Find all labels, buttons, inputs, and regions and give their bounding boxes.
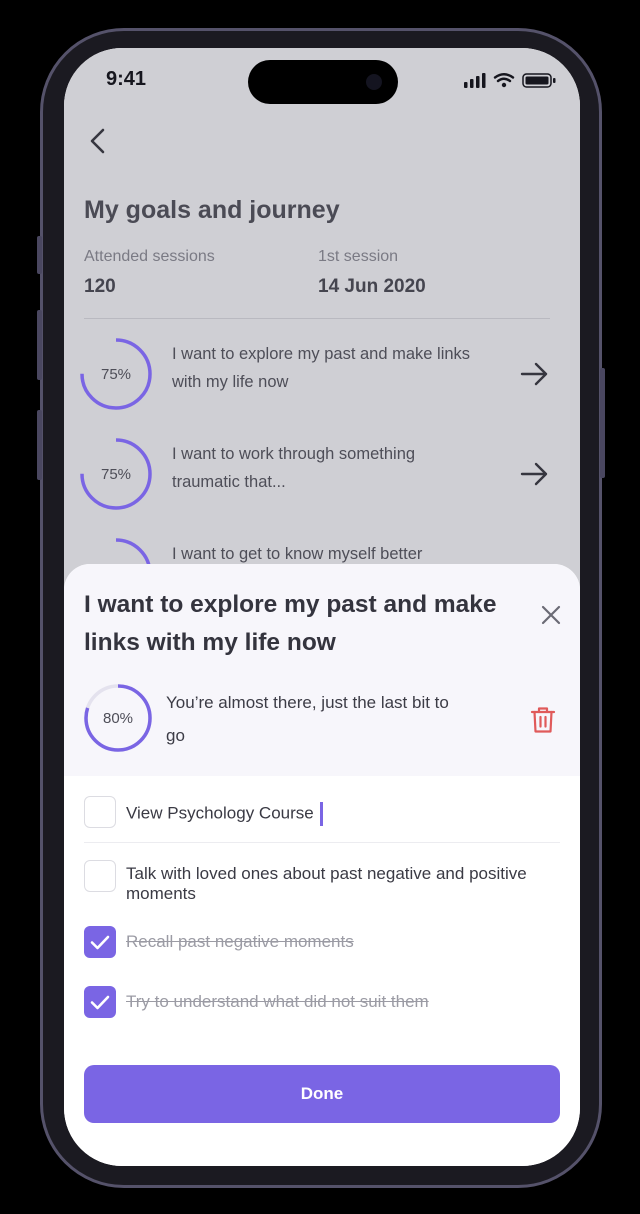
attended-sessions-label: Attended sessions <box>84 248 215 265</box>
battery-icon <box>522 73 556 88</box>
check-icon <box>90 935 110 950</box>
background-page <box>64 48 580 608</box>
task-checkbox[interactable] <box>84 796 116 828</box>
progress-message: You’re almost there, just the last bit t… <box>166 693 449 745</box>
close-icon[interactable] <box>540 604 562 626</box>
task-input[interactable]: View Psychology Course <box>126 802 546 826</box>
task-text: View Psychology Course <box>126 803 314 823</box>
progress-percent: 75% <box>100 465 132 483</box>
goal-item[interactable]: 75% I want to explore my past and make l… <box>80 338 560 418</box>
task-text: Recall past negative moments <box>126 932 354 951</box>
sheet-title: I want to explore my past and make links… <box>84 591 497 656</box>
check-icon <box>90 995 110 1010</box>
task-checkbox-checked[interactable] <box>84 986 116 1018</box>
wifi-dot <box>501 82 507 88</box>
wifi-icon <box>493 73 515 83</box>
progress-ring: 80% <box>84 684 152 752</box>
status-time: 9:41 <box>106 68 147 90</box>
divider <box>84 842 560 843</box>
phone-screen: 9:41 My goals and journey Attended sessi… <box>64 48 580 1166</box>
goal-detail-sheet: I want to explore my past and make links… <box>64 564 580 1166</box>
side-button <box>37 236 42 274</box>
status-icons <box>464 73 556 88</box>
task-text: Try to understand what did not suit them <box>126 992 429 1011</box>
task-text: Talk with loved ones about past negative… <box>126 864 527 903</box>
divider <box>84 318 550 319</box>
trash-icon[interactable] <box>530 706 556 734</box>
dynamic-island <box>248 60 398 104</box>
first-session-label: 1st session <box>318 248 399 265</box>
done-button[interactable]: Done <box>84 1065 560 1123</box>
task-item[interactable]: Recall past negative moments <box>64 926 580 966</box>
page-title: My goals and journey <box>84 196 340 224</box>
text-caret <box>319 802 323 826</box>
arrow-right-icon[interactable] <box>520 462 550 486</box>
back-icon[interactable] <box>86 126 110 156</box>
goal-text: I want to work through something traumat… <box>172 445 416 491</box>
goal-text: I want to explore my past and make links… <box>172 345 471 391</box>
task-checkbox-checked[interactable] <box>84 926 116 958</box>
side-button <box>600 368 605 478</box>
task-checkbox[interactable] <box>84 860 116 892</box>
task-item[interactable]: View Psychology Course <box>64 792 580 832</box>
task-item[interactable]: Try to understand what did not suit them <box>64 986 580 1026</box>
progress-percent: 80% <box>102 709 134 727</box>
side-button <box>37 410 42 480</box>
goal-item[interactable]: 75% I want to work through something tra… <box>80 438 560 518</box>
progress-ring: 75% <box>80 338 152 410</box>
first-session-value: 14 Jun 2020 <box>318 276 426 297</box>
attended-sessions-value: 120 <box>84 276 116 297</box>
task-item[interactable]: Talk with loved ones about past negative… <box>64 856 580 908</box>
side-button <box>37 310 42 380</box>
camera-icon <box>366 74 382 90</box>
signal-icon <box>464 73 486 88</box>
progress-percent: 75% <box>100 365 132 383</box>
progress-ring: 75% <box>80 438 152 510</box>
arrow-right-icon[interactable] <box>520 362 550 386</box>
